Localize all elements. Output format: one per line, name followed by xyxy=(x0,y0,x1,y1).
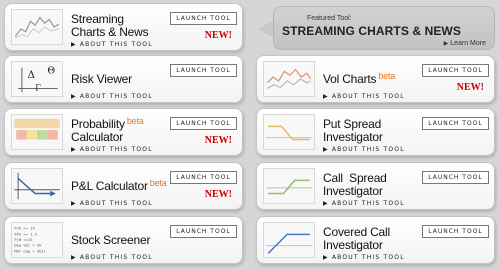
probability-bar-icon[interactable] xyxy=(11,114,63,150)
tool-title[interactable]: Risk Viewer xyxy=(71,73,132,86)
about-tool-link[interactable]: ▶ ABOUT THIS TOOL xyxy=(323,146,405,153)
new-badge: NEW! xyxy=(204,189,232,200)
tool-title[interactable]: Vol Charts beta xyxy=(323,71,396,86)
screener-list-icon[interactable]: P/E <= 15 EPS >= 1.5 P/B <=15 Dep Vol > … xyxy=(11,222,63,258)
launch-tool-button[interactable]: LAUNCH TOOL xyxy=(170,117,237,130)
tool-title[interactable]: P&L Calculator beta xyxy=(71,178,167,193)
tool-card-stock-screener: P/E <= 15 EPS >= 1.5 P/B <=15 Dep Vol > … xyxy=(4,216,243,264)
new-badge: NEW! xyxy=(204,135,232,146)
launch-tool-button[interactable]: LAUNCH TOOL xyxy=(422,117,489,130)
featured-label: Featured Tool: xyxy=(307,15,352,22)
tool-card-covered-call: Covered Call Investigator ▶ ABOUT THIS TO… xyxy=(256,216,495,264)
screener-criterion: Dep Vol > 5k xyxy=(14,244,42,248)
about-tool-link[interactable]: ▶ ABOUT THIS TOOL xyxy=(71,41,153,48)
put-spread-icon[interactable] xyxy=(263,114,315,150)
featured-title[interactable]: STREAMING CHARTS & NEWS xyxy=(282,24,461,38)
about-tool-link[interactable]: ▶ ABOUT THIS TOOL xyxy=(71,146,153,153)
new-badge: NEW! xyxy=(456,82,484,93)
theta-glyph: Θ xyxy=(47,65,55,76)
screener-criterion: Mkt Cap > 5bil xyxy=(14,249,46,253)
tool-card-call-spread: Call Spread Investigator ▶ ABOUT THIS TOO… xyxy=(256,162,495,210)
covered-call-icon[interactable] xyxy=(263,222,315,258)
launch-tool-button[interactable]: LAUNCH TOOL xyxy=(422,64,489,77)
tool-card-risk-viewer: Δ Γ Θ Risk Viewer ▶ ABOUT THIS TOOL LAUNC… xyxy=(4,55,243,103)
tool-title[interactable]: Stock Screener xyxy=(71,234,150,247)
beta-tag: beta xyxy=(378,71,396,81)
delta-glyph: Δ xyxy=(28,69,36,81)
about-tool-link[interactable]: ▶ ABOUT THIS TOOL xyxy=(323,200,405,207)
learn-more-link[interactable]: ▶ Learn More xyxy=(444,40,486,47)
about-tool-link[interactable]: ▶ ABOUT THIS TOOL xyxy=(71,93,153,100)
about-tool-link[interactable]: ▶ ABOUT THIS TOOL xyxy=(71,254,153,261)
pl-graph-icon[interactable] xyxy=(11,168,63,204)
tool-title[interactable]: Call Spread Investigator xyxy=(323,172,387,198)
screener-criterion: P/B <=15 xyxy=(14,238,32,242)
featured-pointer xyxy=(258,20,274,38)
launch-tool-button[interactable]: LAUNCH TOOL xyxy=(422,171,489,184)
launch-tool-button[interactable]: LAUNCH TOOL xyxy=(422,225,489,238)
featured-tool-panel[interactable]: Featured Tool: STREAMING CHARTS & NEWS ▶… xyxy=(273,6,495,50)
about-tool-link[interactable]: ▶ ABOUT THIS TOOL xyxy=(323,254,405,261)
tool-card-probability: Probability beta Calculator ▶ ABOUT THIS T… xyxy=(4,108,243,156)
tool-title[interactable]: Streaming Charts & News xyxy=(71,13,149,39)
tool-card-vol-charts: Vol Charts beta ▶ ABOUT THIS TOOL LAUNCH T… xyxy=(256,55,495,103)
about-tool-link[interactable]: ▶ ABOUT THIS TOOL xyxy=(71,200,153,207)
screener-criterion: EPS >= 1.5 xyxy=(14,232,37,236)
tool-title[interactable]: Covered Call Investigator xyxy=(323,226,390,252)
screener-criterion: P/E <= 15 xyxy=(14,227,34,231)
tool-card-put-spread: Put Spread Investigator ▶ ABOUT THIS TOOL… xyxy=(256,108,495,156)
tool-title[interactable]: Put Spread Investigator xyxy=(323,118,383,144)
new-badge: NEW! xyxy=(204,30,232,41)
gamma-glyph: Γ xyxy=(35,83,41,93)
tool-card-pl-calculator: P&L Calculator beta ▶ ABOUT THIS TOOL LAUN… xyxy=(4,162,243,210)
greek-symbols-icon[interactable]: Δ Γ Θ xyxy=(11,61,63,97)
vol-chart-icon[interactable] xyxy=(263,61,315,97)
launch-tool-button[interactable]: LAUNCH TOOL xyxy=(170,171,237,184)
beta-tag: beta xyxy=(149,178,167,188)
about-tool-link[interactable]: ▶ ABOUT THIS TOOL xyxy=(323,93,405,100)
tool-card-streaming: Streaming Charts & News ▶ ABOUT THIS TOOL… xyxy=(4,3,243,51)
streaming-chart-icon[interactable] xyxy=(11,9,63,45)
launch-tool-button[interactable]: LAUNCH TOOL xyxy=(170,64,237,77)
call-spread-icon[interactable] xyxy=(263,168,315,204)
launch-tool-button[interactable]: LAUNCH TOOL xyxy=(170,12,237,25)
launch-tool-button[interactable]: LAUNCH TOOL xyxy=(170,225,237,238)
beta-tag: beta xyxy=(126,116,144,126)
tool-title[interactable]: Probability beta Calculator xyxy=(71,116,144,144)
